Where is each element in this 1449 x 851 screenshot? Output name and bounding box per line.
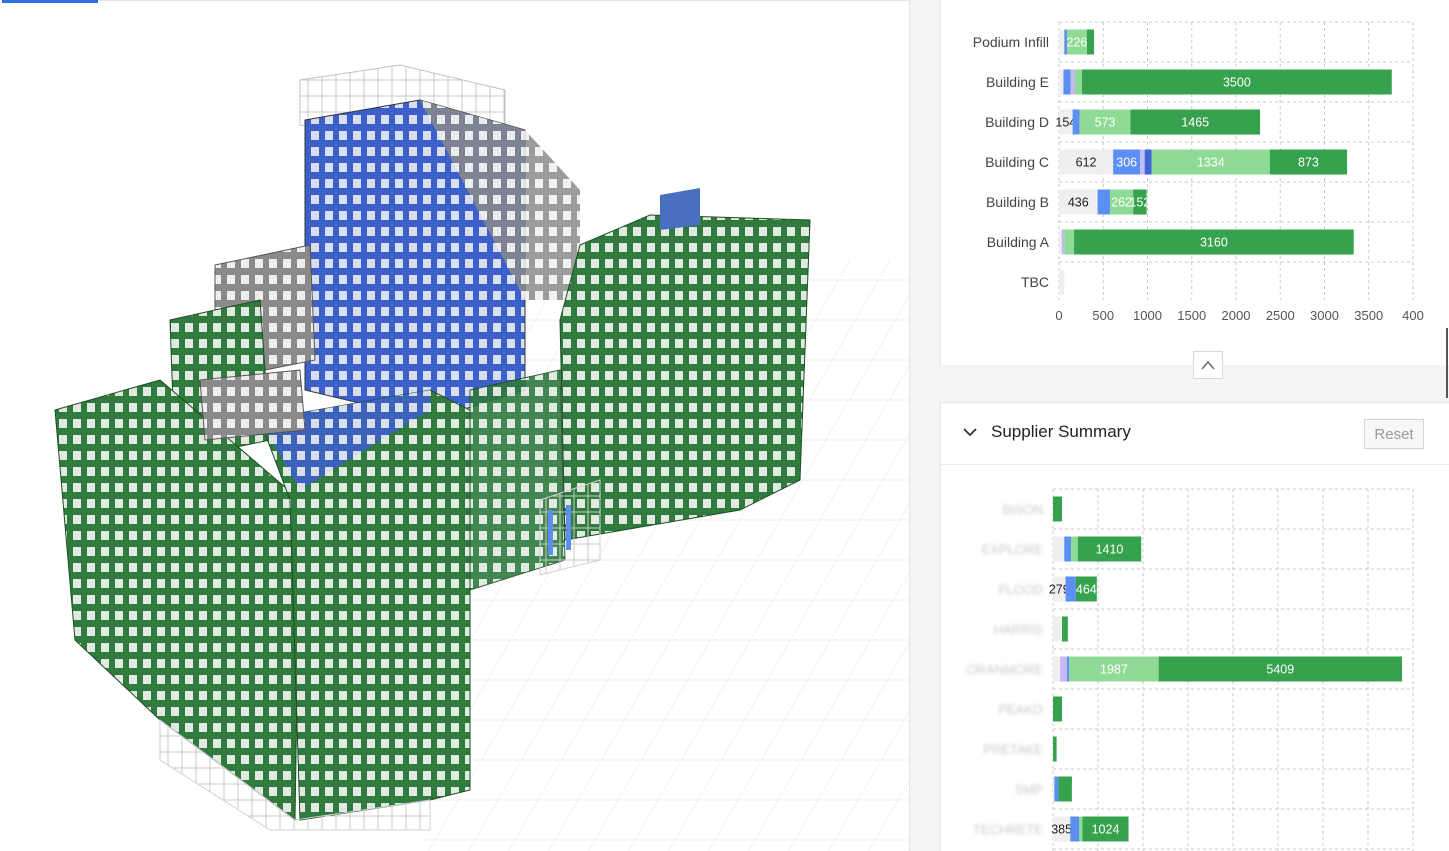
data-label: 3160 — [1200, 236, 1228, 250]
data-label: 5409 — [1266, 663, 1294, 677]
building-model-3d-canvas[interactable] — [0, 0, 910, 851]
bar-segment-light-green[interactable] — [1064, 229, 1075, 255]
data-label: 1987 — [1100, 663, 1128, 677]
bar-segment-gray[interactable] — [1053, 616, 1062, 642]
x-tick-label: 3000 — [1310, 308, 1339, 323]
x-tick-label: 1500 — [1177, 308, 1206, 323]
building-bar-chart: Podium Infill 226 Building E 3500 Building D… — [973, 21, 1424, 323]
category-label: PEAKO — [998, 702, 1043, 717]
bar-segment-light-green[interactable] — [1074, 69, 1083, 95]
bar-segment-lavender[interactable] — [1140, 149, 1145, 175]
x-tick-label: 2000 — [1222, 308, 1251, 323]
bar-segment-blue[interactable] — [1070, 816, 1080, 842]
x-tick-label: 1000 — [1133, 308, 1162, 323]
bar-segment-lavender[interactable] — [1070, 69, 1075, 95]
category-label: TBC — [1021, 274, 1049, 290]
bar-segment-gray[interactable] — [1059, 69, 1064, 95]
category-label: Building C — [985, 154, 1049, 170]
bar-segment-gray[interactable] — [1053, 776, 1055, 802]
column-blue-1 — [548, 510, 553, 555]
data-label: 573 — [1095, 116, 1116, 130]
category-label: Podium Infill — [973, 34, 1049, 50]
data-label: 1410 — [1096, 543, 1124, 557]
model-viewer[interactable] — [0, 0, 910, 851]
bar-segment-lavender[interactable] — [1061, 229, 1065, 255]
bar-segment-lavender[interactable] — [1060, 656, 1067, 682]
bar-segment-blue[interactable] — [1064, 536, 1071, 562]
category-label: Building D — [985, 114, 1049, 130]
category-label: EXPLORE — [982, 542, 1044, 557]
category-label: Building A — [987, 234, 1050, 250]
collapse-button[interactable] — [1193, 351, 1223, 379]
reset-button[interactable]: Reset — [1364, 419, 1424, 449]
data-label: 464 — [1076, 583, 1097, 597]
category-label: Building B — [986, 194, 1049, 210]
category-label: BISON — [1003, 502, 1043, 517]
bar-segment-blue[interactable] — [1072, 109, 1080, 135]
data-label: 1334 — [1197, 156, 1225, 170]
category-label: TECHRETE — [973, 822, 1043, 837]
supplier-summary-header: Supplier Summary Reset — [941, 403, 1449, 465]
bar-segment-light-green[interactable] — [1071, 536, 1078, 562]
roof-plant-room — [199, 369, 306, 441]
x-tick-label: 0 — [1055, 308, 1062, 323]
supplier-bar-chart: BISONEXPLORE 1410FLOOD 279 464HARRISORANMOR… — [966, 488, 1414, 851]
data-label: 1024 — [1092, 823, 1120, 837]
supplier-summary-card: Supplier Summary Reset BISON EXPLORE 1410 F… — [940, 402, 1449, 851]
data-label: 306 — [1116, 156, 1137, 170]
data-label: 436 — [1068, 196, 1089, 210]
bar-segment-green[interactable] — [1058, 776, 1072, 802]
column-blue-2 — [566, 505, 571, 550]
right-tower-roof-unit — [660, 188, 700, 230]
bar-segment-dark-blue[interactable] — [1144, 149, 1152, 175]
chevron-up-icon — [1201, 360, 1215, 370]
category-label: SMP — [1015, 782, 1043, 797]
bar-segment-gray[interactable] — [1059, 269, 1065, 295]
data-label: 1465 — [1181, 116, 1209, 130]
scrollbar-thumb[interactable] — [1446, 328, 1448, 398]
category-label: PRETAKE — [983, 742, 1043, 757]
data-label: 612 — [1076, 156, 1097, 170]
building-summary-card: Podium Infill 226 Building E 3500 Building D… — [940, 0, 1449, 365]
bar-segment-green[interactable] — [1053, 736, 1057, 762]
data-label: 873 — [1298, 156, 1319, 170]
category-label: HARRIS — [994, 622, 1043, 637]
app: Podium Infill 226 Building E 3500 Building D… — [0, 0, 1449, 851]
bar-segment-light-green[interactable] — [1079, 816, 1083, 842]
x-tick-label: 2500 — [1266, 308, 1295, 323]
bar-segment-gray[interactable] — [1053, 656, 1061, 682]
x-tick-label: 400 — [1402, 308, 1424, 323]
category-label: FLOOD — [998, 582, 1043, 597]
bar-segment-blue[interactable] — [1054, 776, 1059, 802]
bar-segment-green[interactable] — [1053, 696, 1062, 722]
bar-segment-blue[interactable] — [1065, 576, 1076, 602]
bar-segment-gray[interactable] — [1059, 229, 1062, 255]
data-label: 3500 — [1223, 76, 1251, 90]
supplier-summary-title: Supplier Summary — [991, 422, 1131, 441]
right-panel: Podium Infill 226 Building E 3500 Building D… — [910, 0, 1449, 851]
data-label: 385 — [1051, 823, 1072, 837]
bar-segment-gray[interactable] — [1059, 29, 1065, 55]
bar-segment-green[interactable] — [1086, 29, 1095, 55]
data-label: 152 — [1129, 196, 1150, 210]
data-label: 226 — [1067, 36, 1088, 50]
chevron-down-icon[interactable] — [961, 423, 979, 441]
x-tick-label: 500 — [1092, 308, 1114, 323]
bar-segment-green[interactable] — [1053, 496, 1062, 522]
category-label: ORANMORE — [966, 662, 1043, 677]
category-label: Building E — [986, 74, 1049, 90]
bar-segment-green[interactable] — [1062, 616, 1068, 642]
bar-segment-blue[interactable] — [1063, 69, 1071, 95]
x-tick-label: 3500 — [1354, 308, 1383, 323]
bar-segment-gray[interactable] — [1053, 536, 1065, 562]
bar-segment-blue[interactable] — [1097, 189, 1110, 215]
bar-segment-blue[interactable] — [1066, 656, 1070, 682]
